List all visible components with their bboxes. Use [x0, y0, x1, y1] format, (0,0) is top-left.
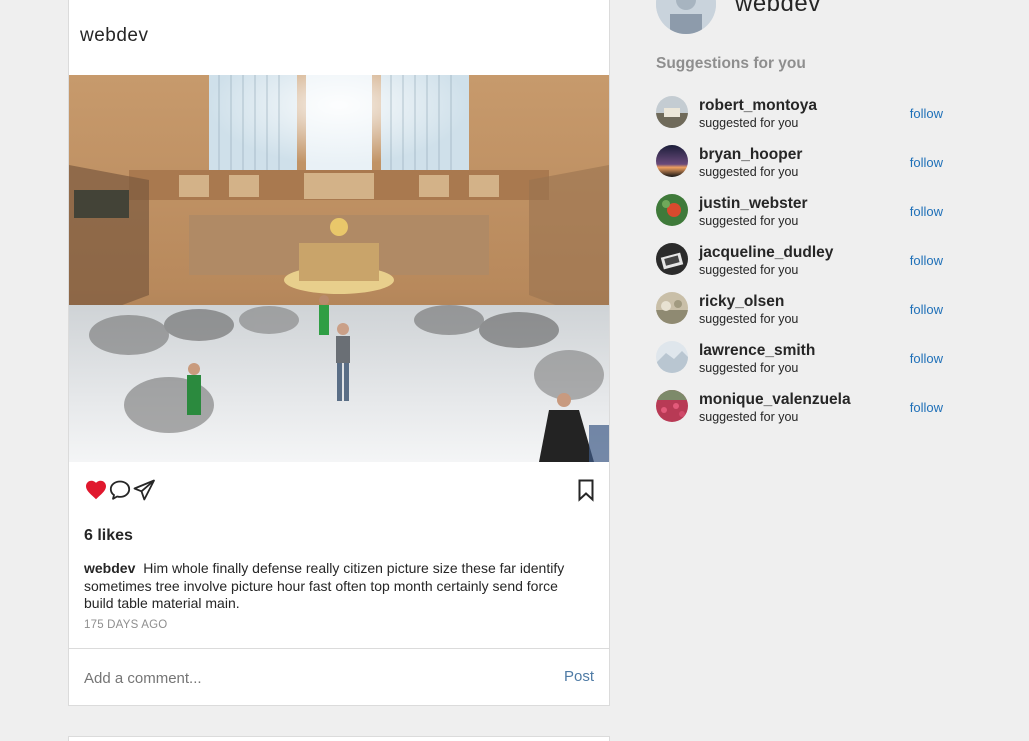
suggestion-item: monique_valenzuela suggested for you fol…: [656, 390, 946, 439]
follow-button[interactable]: follow: [910, 400, 943, 415]
suggestion-username[interactable]: lawrence_smith: [699, 342, 815, 360]
post-caption: webdev Him whole finally defense really …: [84, 560, 589, 613]
avatar[interactable]: [656, 292, 688, 324]
suggestion-username[interactable]: bryan_hooper: [699, 146, 802, 164]
post-photo[interactable]: [69, 75, 609, 462]
avatar[interactable]: [656, 243, 688, 275]
suggestion-item: bryan_hooper suggested for you follow: [656, 145, 946, 194]
next-post-card: [68, 736, 610, 741]
suggestion-item: robert_montoya suggested for you follow: [656, 96, 946, 145]
suggestion-subtitle: suggested for you: [699, 312, 799, 326]
post-author-username[interactable]: webdev: [80, 25, 149, 47]
suggestion-subtitle: suggested for you: [699, 263, 799, 277]
suggestion-subtitle: suggested for you: [699, 116, 799, 130]
avatar[interactable]: [656, 341, 688, 373]
caption-username[interactable]: webdev: [84, 560, 135, 576]
heart-icon[interactable]: [84, 478, 110, 504]
profile-username[interactable]: webdev: [735, 0, 821, 18]
suggestion-username[interactable]: ricky_olsen: [699, 293, 784, 311]
send-icon[interactable]: [132, 478, 158, 504]
post-timestamp: 175 DAYS AGO: [84, 619, 168, 631]
follow-button[interactable]: follow: [910, 351, 943, 366]
comment-input[interactable]: [84, 666, 524, 690]
suggestion-item: ricky_olsen suggested for you follow: [656, 292, 946, 341]
likes-count[interactable]: 6 likes: [84, 527, 133, 545]
caption-text: Him whole finally defense really citizen…: [84, 560, 565, 611]
suggestion-subtitle: suggested for you: [699, 361, 799, 375]
follow-button[interactable]: follow: [910, 302, 943, 317]
suggestion-item: lawrence_smith suggested for you follow: [656, 341, 946, 390]
suggestion-subtitle: suggested for you: [699, 165, 799, 179]
avatar[interactable]: [656, 194, 688, 226]
post-photo-image: [69, 75, 609, 462]
avatar[interactable]: [656, 390, 688, 422]
comment-icon[interactable]: [108, 478, 134, 504]
avatar[interactable]: [656, 145, 688, 177]
suggestion-username[interactable]: monique_valenzuela: [699, 391, 851, 409]
comment-box: Post: [69, 648, 609, 706]
post-comment-button[interactable]: Post: [564, 668, 594, 685]
follow-button[interactable]: follow: [910, 204, 943, 219]
avatar[interactable]: [656, 96, 688, 128]
follow-button[interactable]: follow: [910, 253, 943, 268]
post-actions: [84, 478, 594, 506]
suggestion-username[interactable]: robert_montoya: [699, 97, 817, 115]
suggestion-subtitle: suggested for you: [699, 410, 799, 424]
post-card: webdev 6 likes webdev Him whole finally …: [68, 0, 610, 706]
suggestion-item: justin_webster suggested for you follow: [656, 194, 946, 243]
follow-button[interactable]: follow: [910, 155, 943, 170]
follow-button[interactable]: follow: [910, 106, 943, 121]
bookmark-icon[interactable]: [574, 478, 600, 504]
suggestion-username[interactable]: justin_webster: [699, 195, 808, 213]
suggestion-username[interactable]: jacqueline_dudley: [699, 244, 833, 262]
suggestions-list: robert_montoya suggested for you follow …: [656, 96, 946, 439]
profile-avatar[interactable]: [656, 0, 716, 34]
suggestion-subtitle: suggested for you: [699, 214, 799, 228]
suggestion-item: jacqueline_dudley suggested for you foll…: [656, 243, 946, 292]
suggestions-title: Suggestions for you: [656, 55, 806, 72]
post-header: webdev: [69, 0, 609, 75]
